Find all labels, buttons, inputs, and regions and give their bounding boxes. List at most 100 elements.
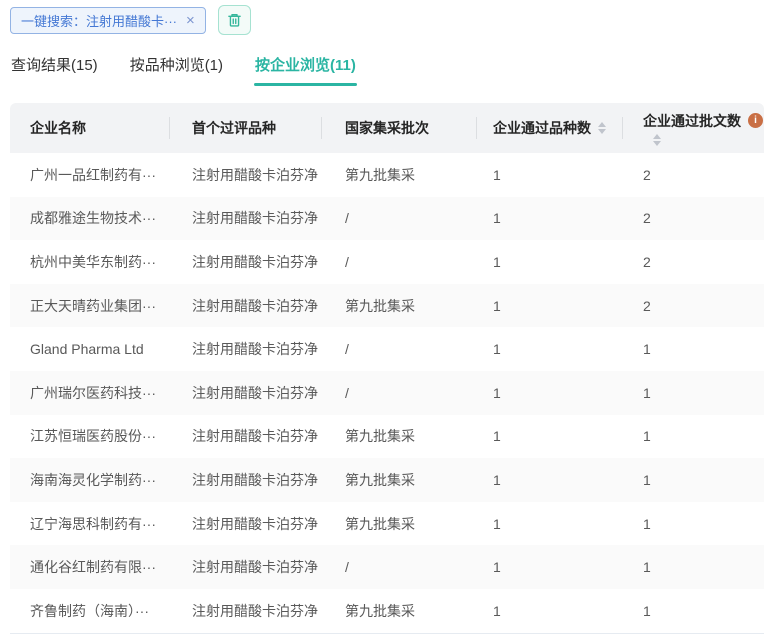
first-variety-cell: 注射用醋酸卡泊芬净: [170, 339, 322, 359]
clear-filters-button[interactable]: [218, 5, 251, 35]
column-header-company-name: 企业名称: [10, 103, 170, 153]
variety-count-cell: 1: [477, 298, 623, 314]
procurement-batch-cell: /: [322, 254, 477, 270]
approval-count-link[interactable]: 2: [643, 167, 651, 183]
procurement-batch-cell: 第九批集采: [322, 470, 477, 490]
table-row: 杭州中美华东制药··· 注射用醋酸卡泊芬净 / 1 2: [10, 240, 764, 284]
table-row: 海南海灵化学制药··· 注射用醋酸卡泊芬净 第九批集采 1 1: [10, 458, 764, 502]
variety-count-cell: 1: [477, 167, 623, 183]
variety-count-link[interactable]: 1: [493, 559, 501, 575]
approval-count-link[interactable]: 1: [643, 341, 651, 357]
company-name-cell: 齐鲁制药（海南）···: [10, 601, 170, 621]
variety-count-link[interactable]: 1: [493, 603, 501, 619]
table-row: 成都雅途生物技术··· 注射用醋酸卡泊芬净 / 1 2: [10, 197, 764, 241]
variety-count-link[interactable]: 1: [493, 385, 501, 401]
caret-up-icon: [598, 122, 606, 127]
tab-query-results[interactable]: 查询结果(15): [10, 49, 99, 86]
caret-up-icon: [653, 134, 661, 139]
sort-icon[interactable]: [653, 134, 661, 146]
approval-count-cell: 1: [623, 341, 764, 357]
company-name-cell: Gland Pharma Ltd: [10, 341, 170, 357]
table-header-row: 企业名称 首个过评品种 国家集采批次 企业通过品种数 企业通过批文数 i: [10, 103, 764, 153]
caret-down-icon: [598, 129, 606, 134]
variety-count-link[interactable]: 1: [493, 428, 501, 444]
variety-count-link[interactable]: 1: [493, 167, 501, 183]
info-icon[interactable]: i: [748, 113, 763, 128]
company-name-cell: 江苏恒瑞医药股份···: [10, 426, 170, 446]
column-header-first-variety: 首个过评品种: [170, 103, 322, 153]
procurement-batch-cell: 第九批集采: [322, 165, 477, 185]
approval-count-cell: 1: [623, 516, 764, 532]
search-filter-tag-label: 一键搜索：注射用醋酸卡···: [21, 11, 177, 30]
company-name-cell: 通化谷红制药有限···: [10, 557, 170, 577]
first-variety-cell: 注射用醋酸卡泊芬净: [170, 252, 322, 272]
approval-count-cell: 2: [623, 210, 764, 226]
approval-count-cell: 1: [623, 472, 764, 488]
search-filter-tag[interactable]: 一键搜索：注射用醋酸卡··· ×: [10, 7, 206, 34]
first-variety-cell: 注射用醋酸卡泊芬净: [170, 383, 322, 403]
company-name-cell: 正大天晴药业集团···: [10, 296, 170, 316]
company-name-cell: 广州一品红制药有···: [10, 165, 170, 185]
variety-count-cell: 1: [477, 472, 623, 488]
company-table: 企业名称 首个过评品种 国家集采批次 企业通过品种数 企业通过批文数 i: [10, 103, 764, 634]
company-name-cell: 广州瑞尔医药科技···: [10, 383, 170, 403]
first-variety-cell: 注射用醋酸卡泊芬净: [170, 165, 322, 185]
procurement-batch-cell: 第九批集采: [322, 296, 477, 316]
table-row: 广州一品红制药有··· 注射用醋酸卡泊芬净 第九批集采 1 2: [10, 153, 764, 197]
table-row: 通化谷红制药有限··· 注射用醋酸卡泊芬净 / 1 1: [10, 545, 764, 589]
variety-count-link[interactable]: 1: [493, 472, 501, 488]
approval-count-cell: 1: [623, 428, 764, 444]
procurement-batch-cell: /: [322, 210, 477, 226]
approval-count-link[interactable]: 1: [643, 516, 651, 532]
sort-icon[interactable]: [598, 122, 606, 134]
column-header-procurement-batch: 国家集采批次: [322, 103, 477, 153]
company-name-cell: 辽宁海思科制药有···: [10, 514, 170, 534]
table-body: 广州一品红制药有··· 注射用醋酸卡泊芬净 第九批集采 1 2 成都雅途生物技术…: [10, 153, 764, 633]
approval-count-link[interactable]: 2: [643, 210, 651, 226]
company-name-cell: 杭州中美华东制药···: [10, 252, 170, 272]
first-variety-cell: 注射用醋酸卡泊芬净: [170, 426, 322, 446]
approval-count-link[interactable]: 2: [643, 298, 651, 314]
procurement-batch-cell: 第九批集采: [322, 601, 477, 621]
tab-by-variety[interactable]: 按品种浏览(1): [129, 49, 224, 86]
approval-count-link[interactable]: 2: [643, 254, 651, 270]
procurement-batch-cell: 第九批集采: [322, 514, 477, 534]
table-row: 正大天晴药业集团··· 注射用醋酸卡泊芬净 第九批集采 1 2: [10, 284, 764, 328]
approval-count-cell: 1: [623, 385, 764, 401]
variety-count-cell: 1: [477, 385, 623, 401]
variety-count-link[interactable]: 1: [493, 516, 501, 532]
procurement-batch-cell: 第九批集采: [322, 426, 477, 446]
variety-count-link[interactable]: 1: [493, 341, 501, 357]
variety-count-cell: 1: [477, 516, 623, 532]
first-variety-cell: 注射用醋酸卡泊芬净: [170, 208, 322, 228]
procurement-batch-cell: /: [322, 559, 477, 575]
variety-count-link[interactable]: 1: [493, 210, 501, 226]
table-row: 江苏恒瑞医药股份··· 注射用醋酸卡泊芬净 第九批集采 1 1: [10, 415, 764, 459]
variety-count-link[interactable]: 1: [493, 298, 501, 314]
table-row: 辽宁海思科制药有··· 注射用醋酸卡泊芬净 第九批集采 1 1: [10, 502, 764, 546]
table-row: 齐鲁制药（海南）··· 注射用醋酸卡泊芬净 第九批集采 1 1: [10, 589, 764, 633]
trash-icon: [227, 12, 242, 28]
variety-count-link[interactable]: 1: [493, 254, 501, 270]
first-variety-cell: 注射用醋酸卡泊芬净: [170, 470, 322, 490]
variety-count-cell: 1: [477, 603, 623, 619]
approval-count-cell: 2: [623, 167, 764, 183]
approval-count-link[interactable]: 1: [643, 603, 651, 619]
approval-count-cell: 1: [623, 559, 764, 575]
company-name-cell: 成都雅途生物技术···: [10, 208, 170, 228]
approval-count-link[interactable]: 1: [643, 472, 651, 488]
variety-count-cell: 1: [477, 559, 623, 575]
first-variety-cell: 注射用醋酸卡泊芬净: [170, 514, 322, 534]
approval-count-link[interactable]: 1: [643, 385, 651, 401]
tab-by-company[interactable]: 按企业浏览(11): [254, 49, 357, 86]
column-header-approval-count: 企业通过批文数 i: [623, 103, 764, 153]
variety-count-cell: 1: [477, 254, 623, 270]
approval-count-cell: 2: [623, 298, 764, 314]
close-icon[interactable]: ×: [186, 13, 195, 28]
procurement-batch-cell: /: [322, 385, 477, 401]
approval-count-link[interactable]: 1: [643, 559, 651, 575]
result-tabs: 查询结果(15) 按品种浏览(1) 按企业浏览(11): [0, 49, 774, 86]
approval-count-cell: 2: [623, 254, 764, 270]
approval-count-link[interactable]: 1: [643, 428, 651, 444]
company-name-cell: 海南海灵化学制药···: [10, 470, 170, 490]
